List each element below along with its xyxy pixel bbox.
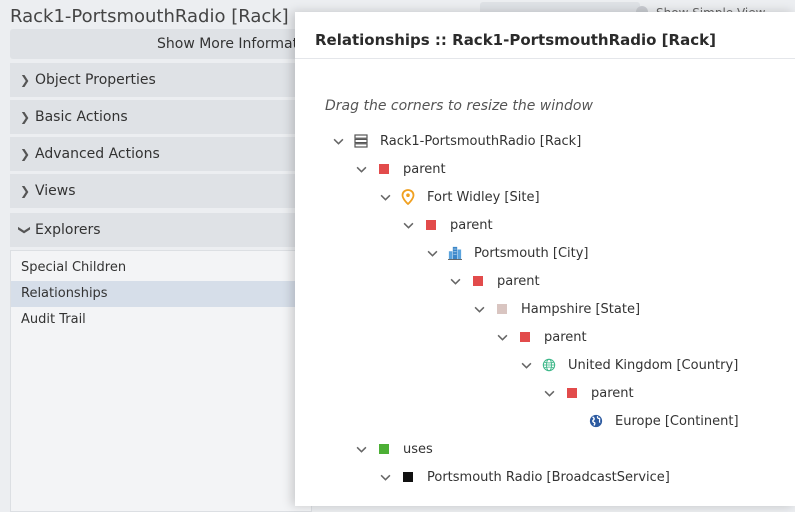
tree-node-broadcast-service[interactable]: Portsmouth Radio [BroadcastService] xyxy=(377,466,670,488)
chevron-down-icon[interactable] xyxy=(377,189,393,205)
accordion-label: Views xyxy=(35,183,76,199)
chevron-down-icon[interactable] xyxy=(447,273,463,289)
square-icon xyxy=(401,470,415,484)
square-icon xyxy=(471,274,485,288)
location-pin-icon xyxy=(401,189,415,205)
accordion-explorers[interactable]: ❯ Explorers xyxy=(10,213,310,247)
tree-node-rack[interactable]: Rack1-PortsmouthRadio [Rack] xyxy=(330,130,581,152)
chevron-right-icon: ❯ xyxy=(19,184,31,198)
chevron-down-icon[interactable] xyxy=(353,161,369,177)
tree-node-parent[interactable]: parent xyxy=(494,326,587,348)
modal-title: Relationships :: Rack1-PortsmouthRadio [… xyxy=(295,12,795,59)
accordion-views[interactable]: ❯ Views xyxy=(10,174,310,208)
square-icon xyxy=(377,162,391,176)
tree-node-parent[interactable]: parent xyxy=(353,158,446,180)
rack-icon xyxy=(354,134,368,148)
page-title: Rack1-PortsmouthRadio [Rack] xyxy=(10,6,289,27)
relationships-modal: Relationships :: Rack1-PortsmouthRadio [… xyxy=(295,12,795,506)
tree-node-label: parent xyxy=(591,385,634,401)
tree-node-label: Europe [Continent] xyxy=(615,413,739,429)
tree-node-label: uses xyxy=(403,441,433,457)
accordion-label: Basic Actions xyxy=(35,109,128,125)
tree-node-label: Portsmouth Radio [BroadcastService] xyxy=(427,469,670,485)
chevron-right-icon: ❯ xyxy=(19,110,31,124)
city-buildings-icon xyxy=(448,246,462,260)
tree-node-label: parent xyxy=(497,273,540,289)
tree-node-country[interactable]: United Kingdom [Country] xyxy=(518,354,738,376)
square-icon xyxy=(518,330,532,344)
tree-node-uses[interactable]: uses xyxy=(353,438,433,460)
square-icon xyxy=(565,386,579,400)
tree-node-label: parent xyxy=(544,329,587,345)
accordion-basic-actions[interactable]: ❯ Basic Actions xyxy=(10,100,310,134)
chevron-down-icon: ❯ xyxy=(18,224,32,236)
chevron-down-icon[interactable] xyxy=(330,133,346,149)
explorer-item-special-children[interactable]: Special Children xyxy=(11,255,311,281)
chevron-down-icon[interactable] xyxy=(424,245,440,261)
tree-node-parent[interactable]: parent xyxy=(541,382,634,404)
square-icon xyxy=(495,302,509,316)
tree-node-state[interactable]: Hampshire [State] xyxy=(471,298,640,320)
accordion-label: Object Properties xyxy=(35,72,156,88)
show-more-info-button[interactable]: Show More Informatio xyxy=(10,29,310,59)
tree-node-label: parent xyxy=(403,161,446,177)
explorer-item-audit-trail[interactable]: Audit Trail xyxy=(11,307,311,333)
chevron-right-icon: ❯ xyxy=(19,73,31,87)
explorers-list: Special Children Relationships Audit Tra… xyxy=(10,250,312,512)
tree-node-label: Portsmouth [City] xyxy=(474,245,589,261)
chevron-down-icon[interactable] xyxy=(518,357,534,373)
tree-node-parent[interactable]: parent xyxy=(400,214,493,236)
tree-node-city[interactable]: Portsmouth [City] xyxy=(424,242,589,264)
chevron-down-icon[interactable] xyxy=(541,385,557,401)
accordion-label: Explorers xyxy=(35,222,101,238)
tree-node-label: United Kingdom [Country] xyxy=(568,357,739,373)
globe-outline-icon xyxy=(542,358,556,372)
square-icon xyxy=(424,218,438,232)
resize-hint: Drag the corners to resize the window xyxy=(325,98,593,114)
tree-node-site[interactable]: Fort Widley [Site] xyxy=(377,186,540,208)
chevron-down-icon[interactable] xyxy=(471,301,487,317)
earth-icon xyxy=(589,414,603,428)
tree-node-label: Rack1-PortsmouthRadio [Rack] xyxy=(380,133,582,149)
explorer-item-relationships[interactable]: Relationships xyxy=(11,281,311,307)
chevron-down-icon[interactable] xyxy=(353,441,369,457)
tree-node-label: parent xyxy=(450,217,493,233)
accordion-object-properties[interactable]: ❯ Object Properties xyxy=(10,63,310,97)
tree-node-continent[interactable]: Europe [Continent] xyxy=(565,410,739,432)
tree-node-label: Hampshire [State] xyxy=(521,301,641,317)
chevron-down-icon[interactable] xyxy=(377,469,393,485)
chevron-down-icon[interactable] xyxy=(494,329,510,345)
chevron-right-icon: ❯ xyxy=(19,147,31,161)
accordion-label: Advanced Actions xyxy=(35,146,160,162)
tree-node-label: Fort Widley [Site] xyxy=(427,189,540,205)
chevron-down-icon[interactable] xyxy=(400,217,416,233)
square-icon xyxy=(377,442,391,456)
tree-node-parent[interactable]: parent xyxy=(447,270,540,292)
accordion-advanced-actions[interactable]: ❯ Advanced Actions xyxy=(10,137,310,171)
